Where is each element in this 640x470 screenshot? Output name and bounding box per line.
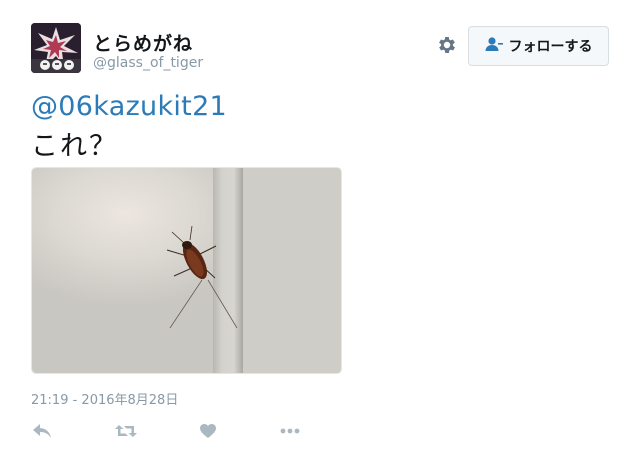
mention-link[interactable]: @06kazukit21 [31,91,227,122]
person-plus-icon [485,36,503,56]
gear-icon[interactable] [436,34,458,56]
reply-icon[interactable] [31,420,53,442]
retweet-icon[interactable] [113,420,139,442]
tweet-text: これ？ [31,131,118,162]
follow-button-label: フォローする [508,39,593,55]
tweet-card: とらめがね @glass_of_tiger フォローする @06kazukit2… [0,0,640,470]
tweet-photo[interactable] [31,167,342,374]
heart-icon[interactable] [198,420,218,442]
avatar[interactable] [31,23,81,73]
timestamp[interactable]: 21:19 - 2016年8月28日 [31,389,178,408]
avatar-image [31,23,81,73]
follow-button[interactable]: フォローする [468,26,609,66]
display-name[interactable]: とらめがね [93,29,193,56]
more-icon[interactable] [279,420,301,442]
user-handle[interactable]: @glass_of_tiger [93,55,203,71]
